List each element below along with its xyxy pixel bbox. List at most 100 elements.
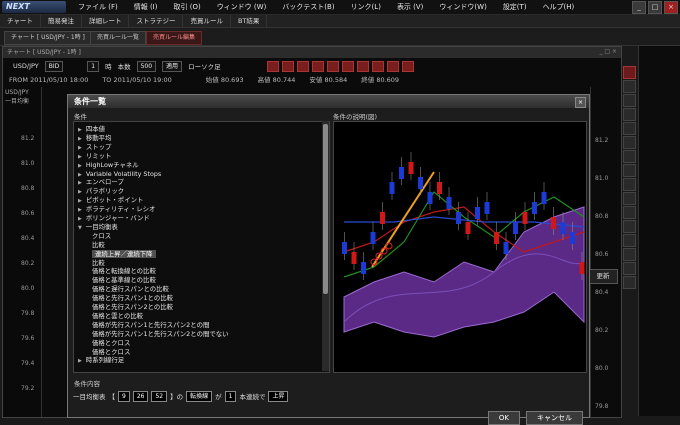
tool-icon[interactable] [266,60,279,72]
low-label: 安値 [309,76,323,84]
condition-label: 比較 [92,258,105,267]
chevron-down-icon[interactable]: ▼ [78,225,82,231]
chevron-right-icon[interactable]: ▶ [78,358,82,364]
chart-window-controls[interactable]: _ □ × [599,48,617,55]
toolbar-item[interactable]: 詳細レート [82,15,130,27]
tool-icon[interactable] [623,234,636,247]
condition-label: Variable Volatility Stops [85,169,162,178]
candle-body [503,242,509,254]
tool-icon[interactable] [296,60,309,72]
right-toolbar [622,46,636,416]
condition-label: 価格と遅行スパンとの比較 [92,285,169,294]
side-select[interactable]: BID [44,60,64,72]
condition-label: 時系列線行足 [85,356,125,365]
candle-body [361,262,366,274]
tool-icon[interactable] [623,206,636,219]
param-1-input[interactable]: 9 [118,390,130,402]
tool-icon[interactable] [623,108,636,121]
tool-icon[interactable] [623,164,636,177]
tool-icon[interactable] [386,60,399,72]
apply-checkbox[interactable]: 適用 [162,60,183,72]
condition-scrollbar[interactable] [322,121,329,371]
condition-label: 価格と先行スパン1との比較 [92,294,174,303]
tool-icon[interactable] [623,80,636,93]
title-bar: NEXT ファイル (F) 情報 (I) 取引 (O) ウィンドウ (W) バックテスト… [0,0,680,15]
condition-category[interactable]: ▶ 時系列線行足 [78,355,124,365]
condition-label: 連続上昇／連続下降 [92,249,156,258]
tool-icon[interactable] [623,248,636,261]
toolbar-item[interactable]: ストラテジー [129,15,184,27]
direction-select[interactable]: 上昇 [268,390,289,402]
condition-label: 価格と基準線との比較 [92,276,156,285]
toolbar-item[interactable]: 売買ルール [183,15,231,27]
toolbar-item[interactable]: 簡易発注 [41,15,82,27]
toolbar-item[interactable]: チャート [0,15,41,27]
app-logo: NEXT [2,1,66,13]
tool-icon[interactable] [326,60,339,72]
scrollbar-thumb[interactable] [323,124,328,294]
menu-item[interactable]: ウィンドウ(W) [431,0,494,14]
tool-icon[interactable] [623,66,636,79]
menu-item[interactable]: ウィンドウ (W) [209,0,275,14]
tool-icon[interactable] [401,60,414,72]
minimize-icon[interactable]: _ [632,1,646,14]
condition-label: 価格とクロス [92,338,131,347]
menu-item[interactable]: リンク(L) [343,0,389,14]
tool-icon[interactable] [371,60,384,72]
tab-rule-edit[interactable]: 売買ルール編集 [146,31,203,45]
count-input[interactable]: 1 [224,390,237,402]
tab-rule-list[interactable]: 売買ルール一覧 [90,31,147,45]
condition-label: 比較 [92,240,105,249]
menu-item[interactable]: バックテスト(B) [274,0,342,14]
price-tick: 79.8 [595,403,609,410]
ok-button[interactable]: OK [487,411,520,425]
price-tick: 80.4 [595,289,609,296]
dialog-titlebar: 条件一覧 × [68,95,589,108]
tool-icon[interactable] [356,60,369,72]
tool-icon[interactable] [311,60,324,72]
low-value: 80.584 [324,76,348,84]
symbol-label[interactable]: USD/JPY [13,62,39,70]
maximize-icon[interactable]: □ [648,1,662,14]
menu-item[interactable]: 表示 (V) [389,0,431,14]
left-price-panel: USD/JPY 一目均衡 81.2 81.0 80.8 80.6 80.4 80.2 80.… [3,87,42,417]
price-tick: 80.0 [595,365,609,372]
tool-icon[interactable] [341,60,354,72]
tool-icon[interactable] [623,178,636,191]
close-icon[interactable]: × [664,1,678,14]
cancel-button[interactable]: キャンセル [526,411,583,425]
description-chart [333,121,587,373]
price-tick: 79.6 [21,335,35,342]
tool-icon[interactable] [281,60,294,72]
tool-icon[interactable] [623,122,636,135]
tool-icon[interactable] [623,94,636,107]
period-input[interactable]: 1 [87,60,100,72]
menu-item[interactable]: 設定(T) [495,0,535,14]
menu-item[interactable]: ファイル (F) [70,0,126,14]
param-3-input[interactable]: 52 [151,390,168,402]
close-icon[interactable]: × [575,97,586,108]
line-select[interactable]: 転換線 [186,390,213,402]
menu-item[interactable]: 情報 (I) [126,0,166,14]
menu-item[interactable]: ヘルプ(H) [535,0,583,14]
tool-icon[interactable] [623,276,636,289]
tool-icon[interactable] [623,192,636,205]
tab-chart[interactable]: チャート [ USD/JPY - 1時 ] [4,31,92,45]
tab-strip: チャート [ USD/JPY - 1時 ] 売買ルール一覧 売買ルール編集 [0,28,680,46]
condition-label: ストップ [85,142,112,151]
param-2-input[interactable]: 26 [132,390,149,402]
price-tick: 80.2 [21,260,35,267]
price-tick: 80.8 [595,213,609,220]
candle-label[interactable]: ローソク足 [188,61,221,71]
candle-body [522,212,528,224]
cloud-area [343,206,585,338]
tool-icon[interactable] [623,136,636,149]
tool-icon[interactable] [623,150,636,163]
tool-icon[interactable] [623,262,636,275]
refresh-button[interactable]: 更新 [588,269,618,284]
tool-icon[interactable] [623,220,636,233]
price-tick: 80.8 [21,185,35,192]
menu-item[interactable]: 取引 (O) [165,0,208,14]
bars-input[interactable]: 500 [136,60,157,72]
toolbar-item[interactable]: BT結果 [231,15,268,27]
